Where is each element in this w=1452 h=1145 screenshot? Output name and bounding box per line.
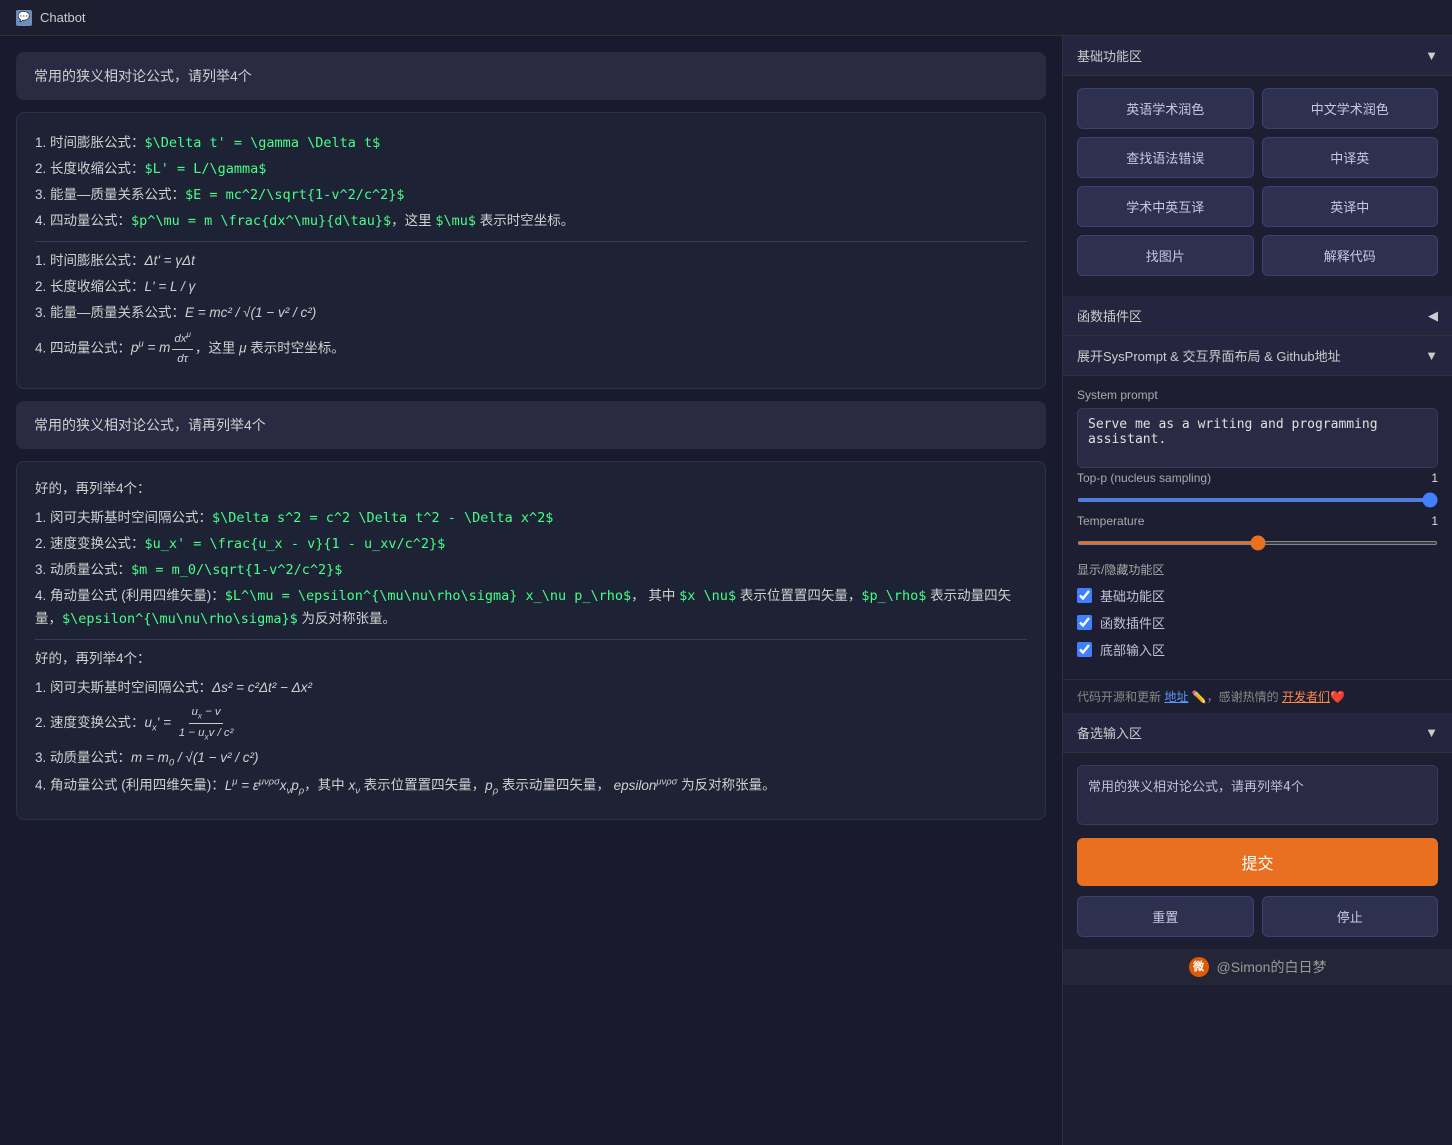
reset-button[interactable]: 重置 [1077,896,1254,937]
main-layout: 常用的狭义相对论公式，请列举4个 1. 时间膨胀公式：$\Delta t' = … [0,36,1452,1145]
sysprompt-header[interactable]: 展开SysPrompt & 交互界面布局 & Github地址 ▼ [1063,336,1452,376]
visibility-label: 显示/隐藏功能区 [1077,561,1438,578]
ai-msg2-intro: 好的，再列举4个： [35,478,1027,501]
ai-msg2-outro: 好的，再列举4个： [35,648,1027,671]
checkbox-row-1: 基础功能区 [1077,586,1438,605]
checkbox-label-plugin: 函数插件区 [1100,613,1165,632]
bottom-btns: 重置 停止 [1077,896,1438,937]
formula-1-rendered: 1. 时间膨胀公式：Δt' = γΔt [35,250,1027,273]
formula-1-raw: 1. 时间膨胀公式：$\Delta t' = \gamma \Delta t$ [35,132,1027,155]
formula-6-rendered: 2. 速度变换公式：ux' = ux − v1 − uxv / c² [35,703,1027,744]
checkbox-row-2: 函数插件区 [1077,613,1438,632]
sysprompt-label: System prompt [1077,388,1438,402]
checkbox-label-basic: 基础功能区 [1100,586,1165,605]
chevron-down-icon-basic: ▼ [1425,48,1438,63]
btn-find-img[interactable]: 找图片 [1077,235,1254,276]
formula-3-latex: $E = mc^2/\sqrt{1-v^2/c^2}$ [185,187,404,203]
formula-7-raw: 3. 动质量公式：$m = m_0/\sqrt{1-v^2/c^2}$ [35,559,1027,582]
chevron-left-icon-plugin: ◀ [1428,308,1438,324]
alt-input-content: 提交 重置 停止 [1063,753,1452,949]
btn-zh-en[interactable]: 中译英 [1262,137,1439,178]
temperature-slider[interactable] [1077,541,1438,545]
formula-2-rendered: 2. 长度收缩公式：L' = L / γ [35,276,1027,299]
ai-message-1: 1. 时间膨胀公式：$\Delta t' = \gamma \Delta t$ … [16,112,1046,389]
titlebar-title: Chatbot [40,10,86,25]
formula-3-rendered: 3. 能量—质量关系公式：E = mc² / √(1 − v² / c²) [35,302,1027,325]
temperature-row: Temperature 1 [1077,514,1438,528]
chatbot-icon: 💬 [16,10,32,26]
formula-4-rendered: 4. 四动量公式：pμ = mdxμdτ，这里 μ 表示时空坐标。 [35,328,1027,370]
basic-functions-grid: 英语学术润色 中文学术润色 查找语法错误 中译英 学术中英互译 英译中 找图片 … [1077,88,1438,276]
sysprompt-section: 展开SysPrompt & 交互界面布局 & Github地址 ▼ System… [1063,336,1452,713]
alt-input-textarea[interactable] [1077,765,1438,825]
stop-button[interactable]: 停止 [1262,896,1439,937]
alt-input-header[interactable]: 备选输入区 ▼ [1063,713,1452,753]
btn-zh-polish[interactable]: 中文学术润色 [1262,88,1439,129]
btn-academic-trans[interactable]: 学术中英互译 [1077,186,1254,227]
formula-4-latex: $p^\mu = m \frac{dx^\mu}{d\tau}$ [131,213,391,229]
divider-2 [35,639,1027,640]
formula-3-raw: 3. 能量—质量关系公式：$E = mc^2/\sqrt{1-v^2/c^2}$ [35,184,1027,207]
checkbox-label-bottom: 底部输入区 [1100,640,1165,659]
checkbox-basic-func[interactable] [1077,588,1092,603]
btn-en-zh[interactable]: 英译中 [1262,186,1439,227]
btn-en-polish[interactable]: 英语学术润色 [1077,88,1254,129]
formula-2-raw: 2. 长度收缩公式：$L' = L/\gamma$ [35,158,1027,181]
thanks-link[interactable]: 开发者们 [1282,690,1330,704]
sysprompt-textarea[interactable] [1077,408,1438,468]
basic-functions-section: 基础功能区 ▼ 英语学术润色 中文学术润色 查找语法错误 中译英 学术中英互译 … [1063,36,1452,296]
weibo-icon: 微 [1189,957,1209,977]
chevron-down-icon-sys: ▼ [1425,348,1438,363]
formula-5-raw: 1. 闵可夫斯基时空间隔公式：$\Delta s^2 = c^2 \Delta … [35,507,1027,530]
watermark-row: 微 @Simon的白日梦 [1063,949,1452,985]
watermark-text: @Simon的白日梦 [1217,957,1327,977]
formula-7-rendered: 3. 动质量公式：m = m0 / √(1 − v² / c²) [35,747,1027,772]
checkbox-bottom-input[interactable] [1077,642,1092,657]
user-message-2: 常用的狭义相对论公式，请再列举4个 [16,401,1046,449]
user-message-1: 常用的狭义相对论公式，请列举4个 [16,52,1046,100]
formula-6-raw: 2. 速度变换公式：$u_x' = \frac{u_x - v}{1 - u_x… [35,533,1027,556]
right-panel: 基础功能区 ▼ 英语学术润色 中文学术润色 查找语法错误 中译英 学术中英互译 … [1062,36,1452,1145]
titlebar: 💬 Chatbot [0,0,1452,36]
plugin-functions-header[interactable]: 函数插件区 ◀ [1063,296,1452,336]
checkbox-row-3: 底部输入区 [1077,640,1438,659]
alt-input-section: 备选输入区 ▼ 提交 重置 停止 [1063,713,1452,949]
btn-explain-code[interactable]: 解释代码 [1262,235,1439,276]
sysprompt-content: System prompt Top-p (nucleus sampling) 1… [1063,376,1452,679]
basic-functions-header[interactable]: 基础功能区 ▼ [1063,36,1452,76]
submit-button[interactable]: 提交 [1077,838,1438,886]
ai-message-2: 好的，再列举4个： 1. 闵可夫斯基时空间隔公式：$\Delta s^2 = c… [16,461,1046,819]
formula-8-rendered: 4. 角动量公式 (利用四维矢量)：Lμ = εμνρσxνpρ，其中 xν 表… [35,774,1027,799]
plugin-functions-section: 函数插件区 ◀ [1063,296,1452,336]
opensource-link[interactable]: 地址 [1164,690,1188,704]
top-p-slider[interactable] [1077,498,1438,502]
open-source-row: 代码开源和更新 地址 ✏️，感谢热情的 开发者们❤️ [1063,679,1452,713]
top-p-row: Top-p (nucleus sampling) 1 [1077,471,1438,485]
divider-1 [35,241,1027,242]
chat-panel: 常用的狭义相对论公式，请列举4个 1. 时间膨胀公式：$\Delta t' = … [0,36,1062,1145]
formula-2-latex: $L' = L/\gamma$ [145,161,267,177]
formula-5-rendered: 1. 闵可夫斯基时空间隔公式：Δs² = c²Δt² − Δx² [35,677,1027,700]
basic-functions-content: 英语学术润色 中文学术润色 查找语法错误 中译英 学术中英互译 英译中 找图片 … [1063,76,1452,296]
formula-4-raw: 4. 四动量公式：$p^\mu = m \frac{dx^\mu}{d\tau}… [35,210,1027,233]
chevron-down-icon-alt: ▼ [1425,725,1438,740]
checkbox-plugin-func[interactable] [1077,615,1092,630]
btn-grammar[interactable]: 查找语法错误 [1077,137,1254,178]
formula-8-raw: 4. 角动量公式 (利用四维矢量)：$L^\mu = \epsilon^{\mu… [35,585,1027,631]
formula-1-latex: $\Delta t' = \gamma \Delta t$ [145,135,381,151]
